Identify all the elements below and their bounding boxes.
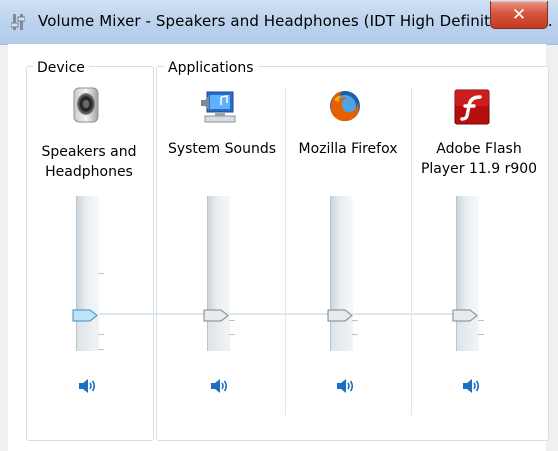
device-label: Speakers and Headphones (26, 142, 152, 182)
window-title: Volume Mixer - Speakers and Headphones (… (38, 12, 553, 30)
slider-tick (478, 334, 484, 335)
column-separator (285, 88, 286, 415)
system-sounds-label: System Sounds (160, 139, 284, 159)
firefox-volume-slider-thumb[interactable] (327, 307, 353, 322)
system-sounds-icon (201, 90, 237, 126)
flash-volume-slider-thumb[interactable] (452, 307, 478, 322)
system-sounds-label-line1: System Sounds (167, 141, 277, 157)
slider-tick (229, 334, 235, 335)
title-bar[interactable]: Volume Mixer - Speakers and Headphones (… (0, 0, 558, 45)
device-volume-slider-thumb[interactable] (72, 307, 98, 322)
column-separator (411, 88, 412, 415)
flash-icon (454, 89, 490, 125)
system-sounds-volume-slider-track[interactable] (207, 196, 230, 351)
device-label-line1: Speakers and (41, 144, 137, 160)
slider-tick (98, 273, 104, 274)
slider-tick (229, 320, 235, 321)
mixer-content: Device Applications Speakers and Headpho… (8, 44, 549, 451)
firefox-label: Mozilla Firefox (286, 139, 410, 159)
firefox-mute-button[interactable] (336, 377, 356, 395)
applications-group-label: Applications (164, 60, 258, 76)
system-sounds-mute-button[interactable] (210, 377, 230, 395)
volume-icon (463, 379, 480, 393)
volume-icon (79, 379, 96, 393)
slider-tick (352, 334, 358, 335)
slider-tick (98, 349, 104, 350)
device-label-line2: Headphones (45, 164, 133, 180)
flash-label-line1: Adobe Flash (436, 141, 522, 157)
flash-mute-button[interactable] (462, 377, 482, 395)
firefox-label-line1: Mozilla Firefox (298, 141, 398, 157)
device-group-label: Device (33, 60, 89, 76)
volume-mixer-icon (10, 13, 26, 31)
close-icon: ✕ (511, 4, 527, 25)
slider-link-line (98, 313, 478, 315)
flash-label: Adobe Flash Player 11.9 r900 (412, 139, 546, 179)
device-volume-slider-track[interactable] (76, 196, 99, 351)
speaker-icon (72, 87, 108, 123)
slider-tick (478, 320, 484, 321)
system-sounds-volume-slider-thumb[interactable] (203, 307, 229, 322)
applications-group-label-text: Applications (168, 60, 254, 76)
device-mute-button[interactable] (78, 377, 98, 395)
slider-tick (98, 334, 104, 335)
device-group-label-text: Device (37, 60, 85, 76)
close-button[interactable]: ✕ (490, 1, 548, 29)
volume-icon (337, 379, 354, 393)
volume-icon (211, 379, 228, 393)
firefox-volume-slider-track[interactable] (330, 196, 353, 351)
flash-label-line2: Player 11.9 r900 (420, 161, 538, 177)
firefox-icon (327, 88, 363, 124)
flash-volume-slider-track[interactable] (456, 196, 479, 351)
